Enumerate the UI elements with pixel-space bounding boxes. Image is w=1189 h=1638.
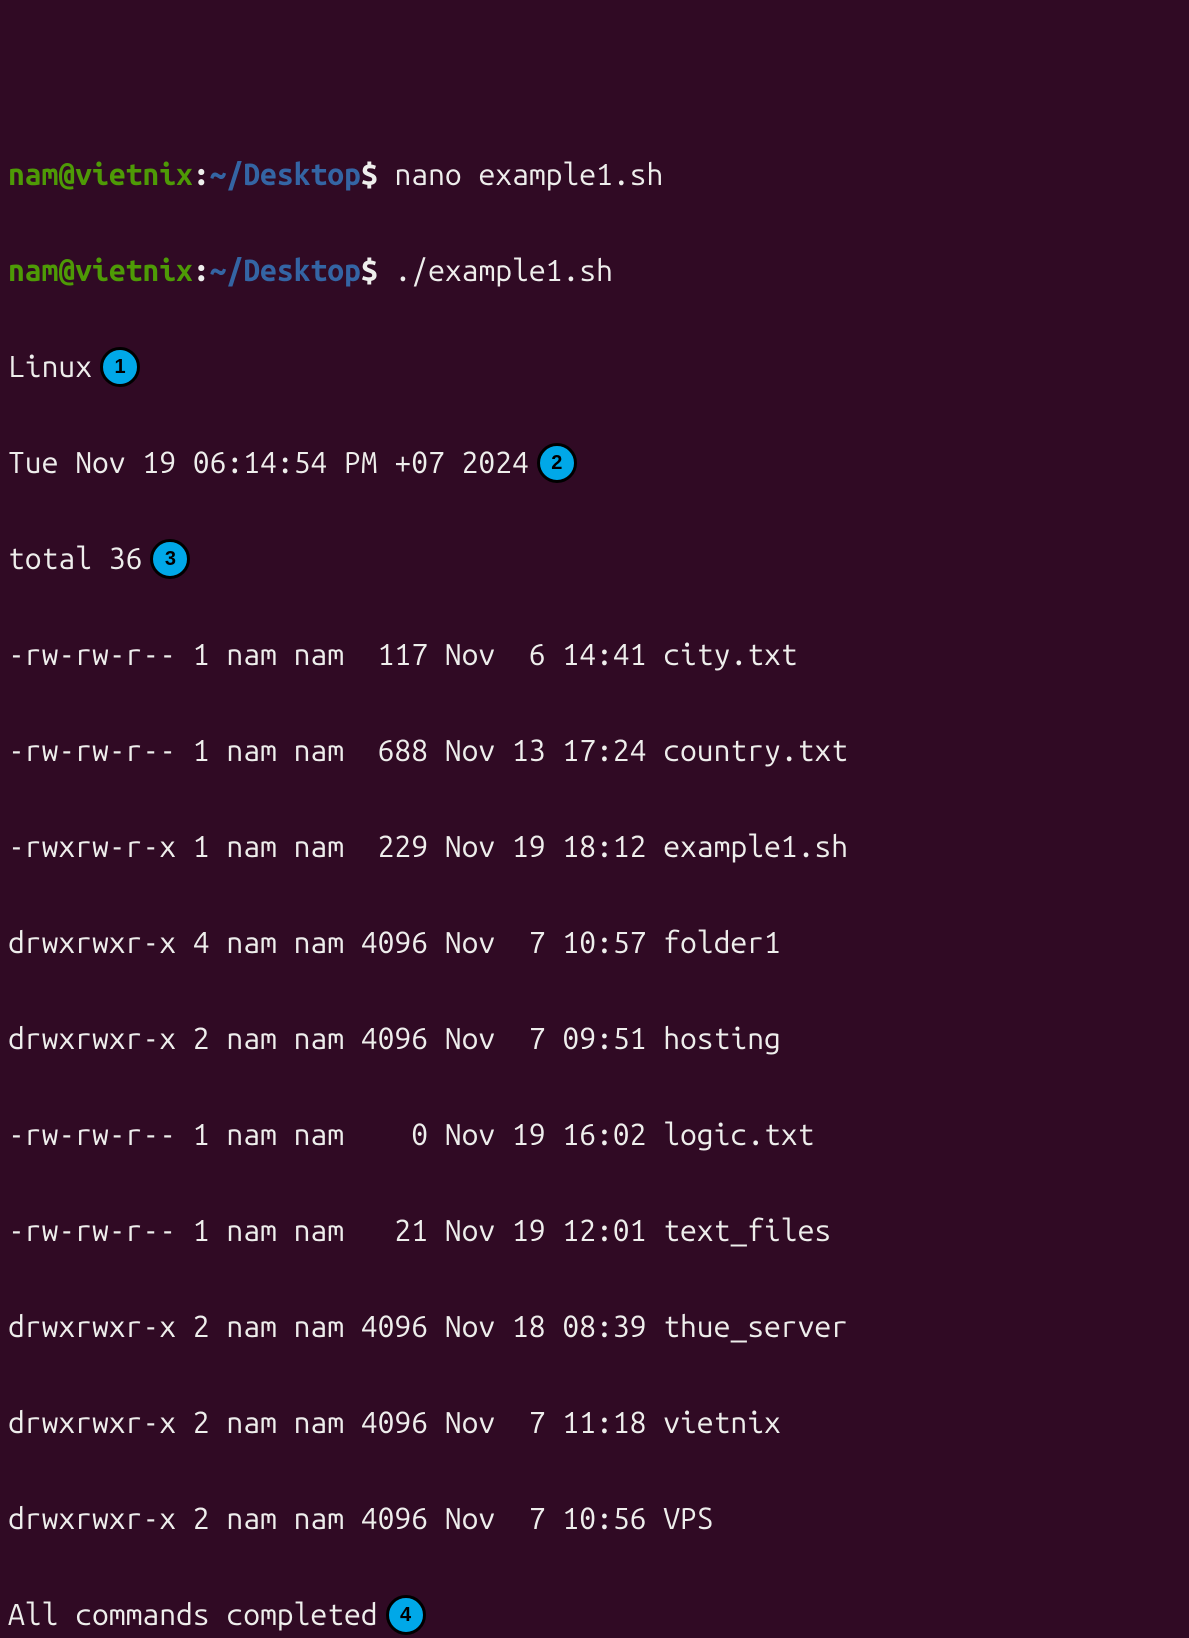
ls-row: drwxrwxr-x 2 nam nam 4096 Nov 7 10:56 VP… [8, 1494, 1181, 1542]
command-1: nano example1.sh [394, 157, 663, 191]
at-sign: @ [58, 157, 75, 191]
ls-row: -rwxrw-r-x 1 nam nam 229 Nov 19 18:12 ex… [8, 822, 1181, 870]
ls-row: drwxrwxr-x 2 nam nam 4096 Nov 7 11:18 vi… [8, 1398, 1181, 1446]
dollar: $ [361, 157, 378, 191]
ls-row: -rw-rw-r-- 1 nam nam 0 Nov 19 16:02 logi… [8, 1110, 1181, 1158]
prompt-line-1[interactable]: nam@vietnix:~/Desktop$ nano example1.sh [8, 150, 1181, 198]
ls-row: -rw-rw-r-- 1 nam nam 688 Nov 13 17:24 co… [8, 726, 1181, 774]
user: nam [8, 253, 58, 287]
cwd: ~/Desktop [210, 253, 361, 287]
annotation-badge-1: 1 [100, 347, 140, 387]
dollar: $ [361, 253, 378, 287]
annotation-badge-4: 4 [386, 1595, 426, 1635]
ls-row: -rw-rw-r-- 1 nam nam 117 Nov 6 14:41 cit… [8, 630, 1181, 678]
output-total: total 363 [8, 534, 1181, 582]
ls-row: -rw-rw-r-- 1 nam nam 21 Nov 19 12:01 tex… [8, 1206, 1181, 1254]
ls-row: drwxrwxr-x 2 nam nam 4096 Nov 18 08:39 t… [8, 1302, 1181, 1350]
annotation-badge-3: 3 [150, 539, 190, 579]
cwd: ~/Desktop [210, 157, 361, 191]
output-done: All commands completed4 [8, 1590, 1181, 1638]
ls-row: drwxrwxr-x 2 nam nam 4096 Nov 7 09:51 ho… [8, 1014, 1181, 1062]
colon: : [193, 157, 210, 191]
output-date: Tue Nov 19 06:14:54 PM +07 20242 [8, 438, 1181, 486]
ls-row: drwxrwxr-x 4 nam nam 4096 Nov 7 10:57 fo… [8, 918, 1181, 966]
annotation-badge-2: 2 [537, 443, 577, 483]
prompt-line-2[interactable]: nam@vietnix:~/Desktop$ ./example1.sh [8, 246, 1181, 294]
host: vietnix [75, 157, 193, 191]
user: nam [8, 157, 58, 191]
output-linux: Linux1 [8, 342, 1181, 390]
at-sign: @ [58, 253, 75, 287]
command-2: ./example1.sh [394, 253, 612, 287]
host: vietnix [75, 253, 193, 287]
colon: : [193, 253, 210, 287]
